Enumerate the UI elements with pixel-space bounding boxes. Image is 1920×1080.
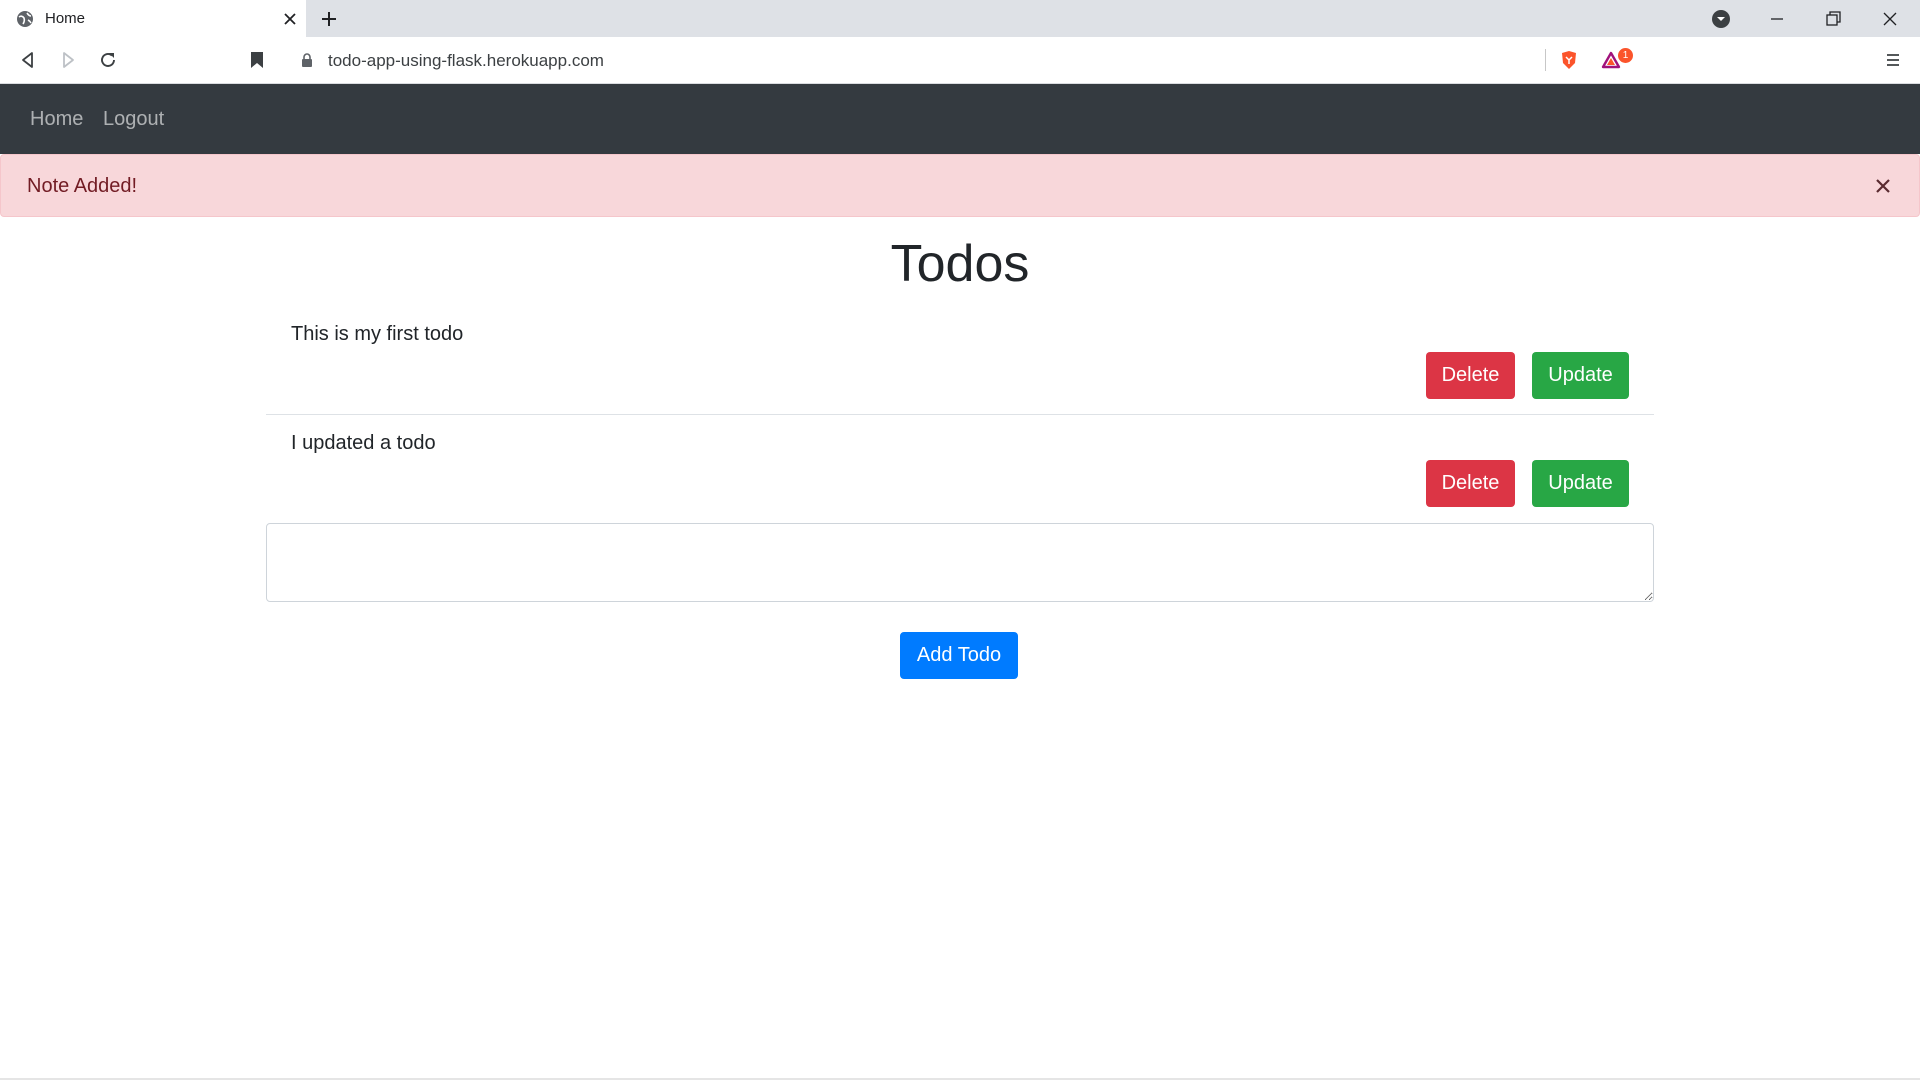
nav-link-home[interactable]: Home bbox=[30, 108, 83, 131]
close-icon[interactable] bbox=[282, 11, 298, 27]
omnibox-divider bbox=[1545, 49, 1546, 71]
notification-badge: 1 bbox=[1618, 48, 1633, 63]
browser-tab[interactable]: Home bbox=[0, 0, 306, 37]
add-todo-button[interactable]: Add Todo bbox=[900, 632, 1018, 679]
globe-icon bbox=[17, 11, 33, 27]
todo-text: This is my first todo bbox=[291, 323, 464, 345]
update-button[interactable]: Update bbox=[1532, 352, 1629, 399]
todo-input[interactable] bbox=[266, 523, 1654, 602]
nav-link-logout[interactable]: Logout bbox=[103, 108, 164, 131]
navbar: Home Logout bbox=[0, 84, 1920, 154]
profile-dropdown-icon[interactable] bbox=[1711, 9, 1731, 29]
menu-icon[interactable] bbox=[1882, 49, 1904, 71]
brave-shield-icon[interactable] bbox=[1558, 49, 1580, 71]
address-bar[interactable]: todo-app-using-flask.herokuapp.com bbox=[285, 42, 1635, 79]
browser-toolbar: todo-app-using-flask.herokuapp.com 1 bbox=[0, 37, 1920, 84]
forward-icon[interactable] bbox=[57, 49, 79, 71]
notification-count: 1 bbox=[1622, 50, 1629, 61]
back-icon[interactable] bbox=[17, 49, 39, 71]
window-close-icon[interactable] bbox=[1880, 9, 1900, 29]
alert-close-icon[interactable] bbox=[1873, 175, 1893, 197]
todo-item: I updated a todo Delete Update bbox=[266, 416, 1654, 524]
new-tab-icon[interactable] bbox=[319, 9, 339, 29]
update-button[interactable]: Update bbox=[1532, 460, 1629, 507]
restore-icon[interactable] bbox=[1823, 9, 1843, 29]
minimize-icon[interactable] bbox=[1767, 9, 1787, 29]
todo-text: I updated a todo bbox=[291, 432, 436, 454]
lock-icon bbox=[302, 53, 312, 67]
delete-button[interactable]: Delete bbox=[1426, 352, 1515, 399]
url-text[interactable]: todo-app-using-flask.herokuapp.com bbox=[328, 51, 604, 71]
delete-button[interactable]: Delete bbox=[1426, 460, 1515, 507]
bookmark-icon[interactable] bbox=[246, 49, 268, 71]
browser-tab-strip: Home bbox=[0, 0, 1920, 37]
page-title: Todos bbox=[890, 235, 1030, 293]
alert-message: Note Added! bbox=[27, 175, 138, 197]
tab-title: Home bbox=[45, 10, 86, 27]
flash-alert: Note Added! bbox=[0, 154, 1920, 217]
todo-item: This is my first todo Delete Update bbox=[266, 307, 1654, 415]
reload-icon[interactable] bbox=[97, 49, 119, 71]
